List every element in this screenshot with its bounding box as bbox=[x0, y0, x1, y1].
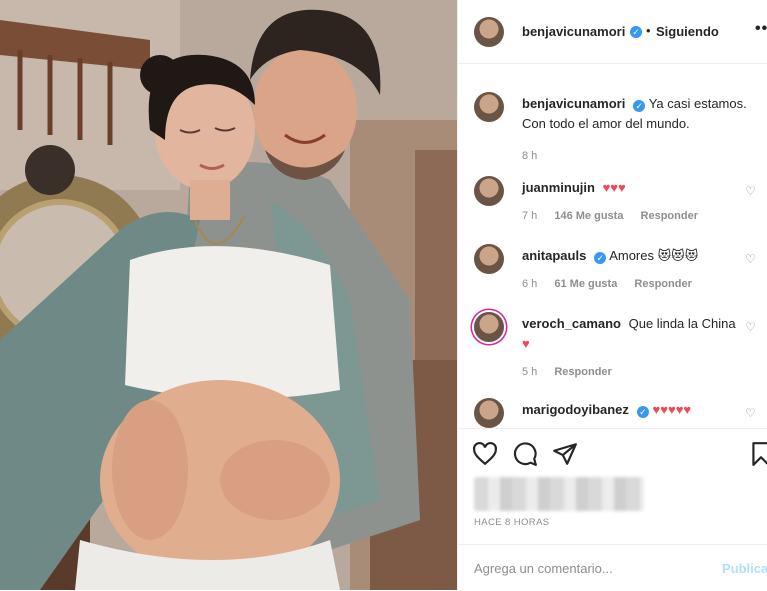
commenter-avatar[interactable] bbox=[474, 398, 504, 428]
commenter-username[interactable]: juanminujin bbox=[522, 180, 595, 195]
verified-badge-icon: ✓ bbox=[636, 406, 649, 418]
couple-photo-illustration bbox=[0, 0, 457, 590]
comment-likes[interactable]: 146 Me gusta bbox=[554, 210, 623, 222]
commenter-username[interactable]: anitapauls bbox=[522, 248, 586, 263]
verified-badge-icon: ✓ bbox=[594, 252, 607, 264]
like-comment-heart-icon[interactable]: ♡ bbox=[745, 406, 756, 420]
liked-by-blurred bbox=[474, 477, 644, 511]
post-actions: HACE 8 HORAS Agrega un comentario... Pub… bbox=[458, 428, 767, 590]
author-username[interactable]: benjavicunamori bbox=[522, 24, 625, 39]
posted-time-label[interactable]: HACE 8 HORAS bbox=[474, 517, 550, 528]
bookmark-icon[interactable] bbox=[748, 441, 767, 467]
commenter-username[interactable]: marigodoyibanez bbox=[522, 402, 629, 417]
reply-button[interactable]: Responder bbox=[554, 366, 611, 378]
comment-heart-emoji: ♥ bbox=[522, 336, 530, 351]
share-icon[interactable] bbox=[552, 441, 578, 467]
like-comment-heart-icon[interactable]: ♡ bbox=[745, 252, 756, 266]
reply-button[interactable]: Responder bbox=[634, 278, 691, 290]
caption-username[interactable]: benjavicunamori bbox=[522, 96, 625, 111]
like-comment-heart-icon[interactable]: ♡ bbox=[745, 320, 756, 334]
author-avatar[interactable] bbox=[474, 17, 504, 47]
verified-badge-icon: ✓ bbox=[630, 26, 642, 38]
commenter-username[interactable]: veroch_camano bbox=[522, 316, 621, 331]
comment-text: ♥♥♥ bbox=[602, 180, 626, 195]
post-header: benjavicunamori ✓ • Siguiendo ••• bbox=[458, 0, 767, 64]
separator-dot: • bbox=[646, 23, 651, 38]
more-options-icon[interactable]: ••• bbox=[755, 20, 767, 38]
comment-text: ♥♥♥♥♥ bbox=[652, 402, 692, 417]
comment-time[interactable]: 6 h bbox=[522, 278, 537, 290]
caption-author-avatar[interactable] bbox=[474, 92, 504, 122]
post-photo[interactable] bbox=[0, 0, 457, 590]
comment-text: Que linda la China bbox=[628, 316, 736, 331]
comment-icon[interactable] bbox=[512, 441, 538, 467]
comment-text: Amores 😻😻😻 bbox=[609, 248, 699, 263]
like-comment-heart-icon[interactable]: ♡ bbox=[745, 184, 756, 198]
heart-icon[interactable] bbox=[472, 441, 498, 467]
following-button[interactable]: Siguiendo bbox=[656, 24, 719, 39]
reply-button[interactable]: Responder bbox=[641, 210, 698, 222]
caption-time[interactable]: 8 h bbox=[522, 150, 537, 162]
post-sidebar: benjavicunamori ✓ • Siguiendo ••• benjav… bbox=[457, 0, 767, 590]
comment-time[interactable]: 5 h bbox=[522, 366, 537, 378]
comment-time[interactable]: 7 h bbox=[522, 210, 537, 222]
verified-badge-icon: ✓ bbox=[633, 100, 646, 112]
commenter-avatar[interactable] bbox=[474, 312, 504, 342]
commenter-avatar[interactable] bbox=[474, 176, 504, 206]
commenter-avatar[interactable] bbox=[474, 244, 504, 274]
add-comment-bar: Agrega un comentario... Publicar bbox=[458, 544, 767, 591]
comment-input[interactable]: Agrega un comentario... bbox=[474, 561, 613, 576]
publish-button[interactable]: Publicar bbox=[722, 561, 767, 576]
comment-likes[interactable]: 61 Me gusta bbox=[554, 278, 617, 290]
caption: benjavicunamori ✓ Ya casi estamos. Con to… bbox=[522, 94, 757, 166]
